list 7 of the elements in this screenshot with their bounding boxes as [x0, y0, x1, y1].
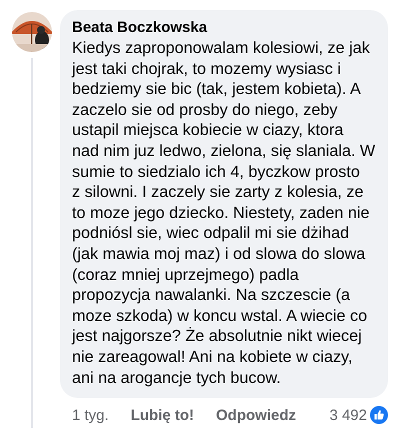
reply-button[interactable]: Odpowiedz [216, 406, 296, 424]
comment-text: Kiedys zaproponowalam kolesiowi, ze jak jest taki chojrak, to mozemy wysiasc i bedziemy sie bic (tak, jestem kobieta). A zaczelo sie od prosby do niego, zeby ustapil miejsca kobiecie w ciazy, ktora nad nim juz ledwo, zielona, się slaniala. W sumie to siedzialo ich 4, byczkow prosto z silowni. I zaczely sie zarty z kolesia, ze to moze jego dziecko. Niestety, zaden nie podniósl sie, wiec odpalil mi sie dżihad (jak mawia moj maz) i od slowa do slowa (coraz mniej uprzejmego) padla propozycja nawalanki. Na szczescie (a moze szkoda) w koncu wstal. A wiecie co jest najgorsze? Że absolutnie nikt wiecej nie zareagowal! Ani na kobiete w ciazy, ani na arogancje tych bucow. [72, 38, 376, 388]
thumbs-up-icon [370, 406, 388, 424]
author-name[interactable]: Beata Boczkowska [72, 18, 378, 38]
reaction-count[interactable]: 3 492 [329, 406, 367, 424]
like-button[interactable]: Lubię to! [130, 406, 194, 424]
timestamp[interactable]: 1 tyg. [72, 406, 109, 424]
